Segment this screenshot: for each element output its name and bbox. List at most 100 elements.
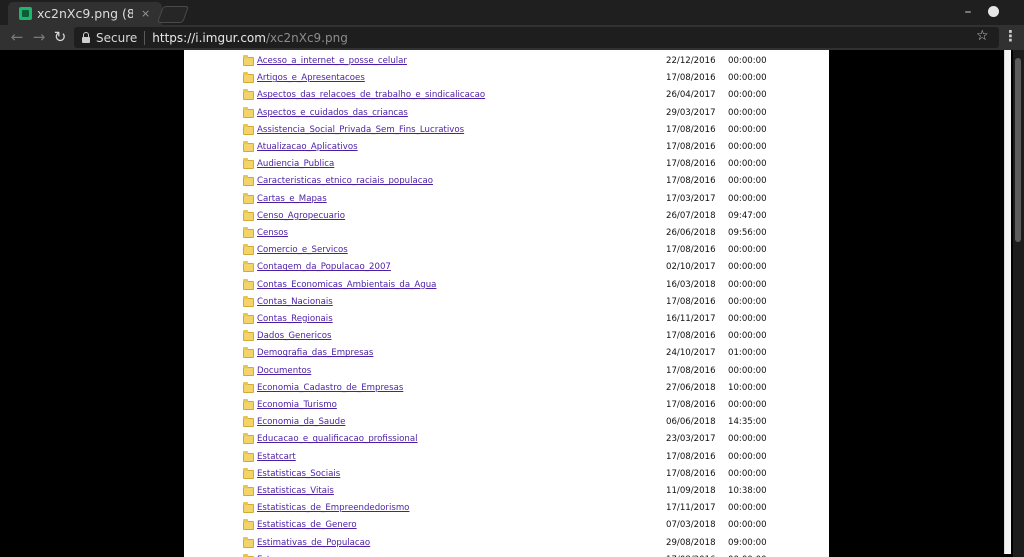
folder-link[interactable]: Contagem_da_Populacao_2007 [257, 259, 391, 276]
folder-date: 29/08/2018 [666, 537, 716, 548]
folder-link[interactable]: Estatisticas_Vitais [257, 483, 334, 500]
list-item[interactable]: Estatisticas_de_Genero 07/03/2018 00:00:00 [184, 517, 824, 534]
folder-link[interactable]: Educacao_e_qualificacao_profissional [257, 431, 418, 448]
list-item[interactable]: Economia_da_Saude 06/06/2018 14:35:00 [184, 414, 824, 431]
folder-time: 09:56:00 [728, 228, 767, 238]
list-item[interactable]: Demografia_das_Empresas 24/10/2017 01:00:0… [184, 345, 824, 362]
folder-icon [243, 89, 254, 101]
folder-icon [243, 123, 254, 135]
folder-link[interactable]: Contas_Economicas_Ambientais_da_Agua [257, 277, 436, 294]
folder-link[interactable]: Estoque [257, 552, 292, 557]
list-item[interactable]: Aspectos_e_cuidados_das_criancas 29/03/20… [184, 105, 824, 122]
folder-link[interactable]: Atualizacao_Aplicativos [257, 139, 358, 156]
folder-date: 16/03/2018 [666, 279, 716, 290]
folder-link[interactable]: Estatcart [257, 449, 296, 466]
tab-close-icon[interactable]: × [141, 7, 150, 20]
reload-icon[interactable]: ↻ [51, 28, 69, 46]
folder-link[interactable]: Contas_Regionais [257, 311, 333, 328]
list-item[interactable]: Economia_Cadastro_de_Empresas 27/06/2018 1… [184, 380, 824, 397]
list-item[interactable]: Economia_Turismo 17/08/2016 00:00:00 [184, 397, 824, 414]
list-item[interactable]: Cartas_e_Mapas 17/03/2017 00:00:00 [184, 191, 824, 208]
address-bar[interactable]: Secure https://i.imgur.com /xc2nXc9.png [74, 27, 999, 48]
list-item[interactable]: Estimativas_de_Populacao 29/08/2018 09:00:… [184, 535, 824, 552]
folder-date: 23/03/2017 [666, 434, 716, 445]
folder-link[interactable]: Audiencia_Publica [257, 156, 334, 173]
folder-link[interactable]: Artigos_e_Apresentacoes [257, 70, 365, 87]
folder-time: 10:00:00 [728, 382, 767, 393]
folder-link[interactable]: Economia_da_Saude [257, 414, 345, 431]
folder-link[interactable]: Caracteristicas_etnico_raciais_populacao [257, 173, 433, 190]
list-item[interactable]: Contas_Nacionais 17/08/2016 00:00:00 [184, 294, 824, 311]
minimize-button[interactable]: – [958, 2, 978, 22]
list-item[interactable]: Comercio_e_Servicos 17/08/2016 00:00:00 [184, 242, 824, 259]
folder-date: 17/08/2016 [666, 73, 716, 84]
page-scrollbar-thumb[interactable] [1015, 58, 1021, 242]
folder-link[interactable]: Acesso_a_internet_e_posse_celular [257, 53, 407, 70]
tab-image[interactable]: xc2nXc9.png (859 × [8, 2, 162, 25]
folder-link[interactable]: Estatisticas_de_Genero [257, 517, 357, 534]
folder-link[interactable]: Estimativas_de_Populacao [257, 535, 370, 552]
folder-link[interactable]: Aspectos_e_cuidados_das_criancas [257, 105, 408, 122]
list-item[interactable]: Dados_Genericos 17/08/2016 00:00:00 [184, 328, 824, 345]
list-item[interactable]: Estoque 17/08/2016 00:00:00 [184, 552, 824, 557]
folder-date: 17/08/2016 [666, 400, 716, 410]
list-item[interactable]: Acesso_a_internet_e_posse_celular 22/12/2… [184, 53, 824, 70]
list-item[interactable]: Censo_Agropecuario 26/07/2018 09:47:00 [184, 208, 824, 225]
back-icon[interactable]: ← [8, 28, 26, 46]
forward-icon[interactable]: → [30, 28, 48, 46]
kebab-menu-icon[interactable]: ⋮ [1003, 27, 1018, 45]
folder-link[interactable]: Assistencia_Social_Privada_Sem_Fins_Lucr… [257, 122, 464, 139]
new-tab-button[interactable] [156, 6, 190, 23]
list-item[interactable]: Estatcart 17/08/2016 00:00:00 [184, 449, 824, 466]
folder-time: 00:00:00 [728, 159, 767, 170]
folder-link[interactable]: Contas_Nacionais [257, 294, 333, 311]
list-item[interactable]: Censos 26/06/2018 09:56:00 [184, 225, 824, 242]
folder-icon [243, 295, 254, 307]
folder-link[interactable]: Censo_Agropecuario [257, 208, 345, 225]
folder-link[interactable]: Dados_Genericos [257, 328, 331, 345]
list-item[interactable]: Contas_Economicas_Ambientais_da_Agua 16/0… [184, 277, 824, 294]
list-item[interactable]: Aspectos_das_relacoes_de_trabalho_e_sind… [184, 87, 824, 104]
folder-icon [243, 244, 254, 256]
list-item[interactable]: Artigos_e_Apresentacoes 17/08/2016 00:00:0… [184, 70, 824, 87]
folder-link[interactable]: Economia_Cadastro_de_Empresas [257, 380, 403, 397]
folder-date: 17/08/2016 [666, 331, 716, 342]
folder-date: 17/08/2016 [666, 245, 716, 256]
list-item[interactable]: Estatisticas_de_Empreendedorismo 17/11/20… [184, 500, 824, 517]
list-item[interactable]: Estatisticas_Sociais 17/08/2016 00:00:00 [184, 466, 824, 483]
star-icon[interactable]: ☆ [976, 28, 989, 44]
folder-icon [243, 467, 254, 479]
folder-date: 17/08/2016 [666, 365, 716, 376]
folder-link[interactable]: Economia_Turismo [257, 397, 337, 414]
folder-link[interactable]: Estatisticas_de_Empreendedorismo [257, 500, 409, 517]
folder-link[interactable]: Aspectos_das_relacoes_de_trabalho_e_sind… [257, 87, 485, 104]
folder-date: 17/11/2017 [666, 503, 716, 514]
folder-icon [243, 519, 254, 531]
folder-date: 17/03/2017 [666, 193, 716, 204]
folder-link[interactable]: Demografia_das_Empresas [257, 345, 373, 362]
folder-date: 26/06/2018 [666, 228, 716, 238]
folder-link[interactable]: Comercio_e_Servicos [257, 242, 348, 259]
folder-time: 00:00:00 [728, 73, 767, 84]
list-item[interactable]: Assistencia_Social_Privada_Sem_Fins_Lucr… [184, 122, 824, 139]
folder-link[interactable]: Cartas_e_Mapas [257, 191, 327, 208]
folder-time: 00:00:00 [728, 314, 767, 324]
omnibox-divider [144, 30, 146, 45]
list-item[interactable]: Estatisticas_Vitais 11/09/2018 10:38:00 [184, 483, 824, 500]
list-item[interactable]: Documentos 17/08/2016 00:00:00 [184, 363, 824, 380]
folder-date: 06/06/2018 [666, 417, 716, 428]
list-item[interactable]: Contas_Regionais 16/11/2017 00:00:00 [184, 311, 824, 328]
page-viewport: Acesso_a_internet_e_posse_celular 22/12/2… [0, 50, 1013, 557]
folder-link[interactable]: Documentos [257, 363, 311, 380]
profile-icon[interactable] [988, 6, 999, 17]
list-item[interactable]: Educacao_e_qualificacao_profissional 23/0… [184, 431, 824, 448]
url-path: /xc2nXc9.png [265, 30, 348, 45]
security-label: Secure [96, 30, 138, 45]
list-item[interactable]: Atualizacao_Aplicativos 17/08/2016 00:00:0… [184, 139, 824, 156]
list-item[interactable]: Audiencia_Publica 17/08/2016 00:00:00 [184, 156, 824, 173]
list-item[interactable]: Contagem_da_Populacao_2007 02/10/2017 00:0… [184, 259, 824, 276]
list-item[interactable]: Caracteristicas_etnico_raciais_populacao… [184, 173, 824, 190]
folder-link[interactable]: Estatisticas_Sociais [257, 466, 340, 483]
folder-link[interactable]: Censos [257, 225, 288, 242]
page-scrollbar[interactable] [1013, 50, 1024, 557]
